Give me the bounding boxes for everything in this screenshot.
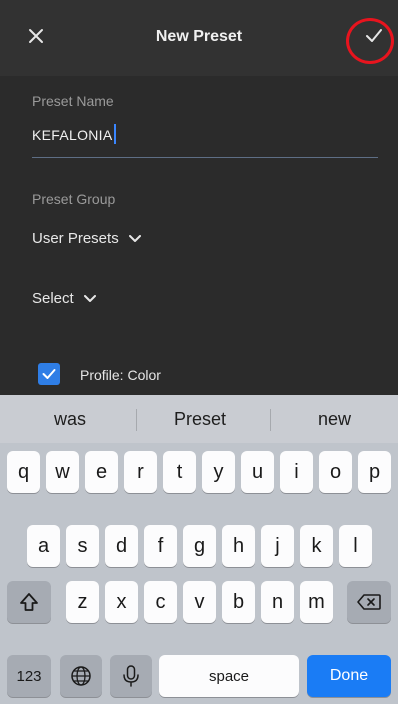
- key-v[interactable]: v: [183, 581, 216, 623]
- suggestion-divider: [270, 409, 271, 431]
- suggestion-was[interactable]: was: [54, 409, 86, 430]
- backspace-icon: [357, 594, 381, 610]
- key-s[interactable]: s: [66, 525, 99, 567]
- chevron-down-icon: [83, 294, 96, 302]
- preset-name-label: Preset Name: [32, 93, 114, 109]
- shift-icon: [20, 593, 38, 611]
- key-g[interactable]: g: [183, 525, 216, 567]
- suggestion-preset[interactable]: Preset: [174, 409, 226, 430]
- page-title: New Preset: [155, 28, 243, 45]
- microphone-key[interactable]: [110, 655, 152, 697]
- key-i[interactable]: i: [280, 451, 313, 493]
- key-z[interactable]: z: [66, 581, 99, 623]
- key-e[interactable]: e: [85, 451, 118, 493]
- key-d[interactable]: d: [105, 525, 138, 567]
- key-l[interactable]: l: [339, 525, 372, 567]
- shift-key[interactable]: [7, 581, 51, 623]
- preset-group-label: Preset Group: [32, 191, 116, 207]
- space-key[interactable]: space: [159, 655, 299, 697]
- key-j[interactable]: j: [261, 525, 294, 567]
- globe-key[interactable]: [60, 655, 102, 697]
- key-h[interactable]: h: [222, 525, 255, 567]
- key-f[interactable]: f: [144, 525, 177, 567]
- preset-editor: New Preset Preset Name KEFALONIA Preset …: [0, 0, 398, 395]
- profile-checkbox[interactable]: [38, 363, 60, 385]
- text-caret: [113, 124, 116, 144]
- suggestion-bar: was Preset new: [0, 395, 398, 443]
- suggestion-divider: [136, 409, 137, 431]
- key-y[interactable]: y: [202, 451, 235, 493]
- key-m[interactable]: m: [300, 581, 333, 623]
- top-bar: New Preset: [0, 0, 398, 76]
- on-screen-keyboard: was Preset new q w e r t y u i o p a s d…: [0, 395, 398, 704]
- key-o[interactable]: o: [319, 451, 352, 493]
- key-u[interactable]: u: [241, 451, 274, 493]
- preset-name-value: KEFALONIA: [32, 127, 113, 143]
- preset-group-dropdown[interactable]: User Presets: [32, 230, 141, 247]
- preset-name-input[interactable]: KEFALONIA: [32, 118, 378, 158]
- key-n[interactable]: n: [261, 581, 294, 623]
- globe-icon: [71, 666, 91, 686]
- select-label: Select: [32, 290, 74, 307]
- done-key[interactable]: Done: [307, 655, 391, 697]
- key-x[interactable]: x: [105, 581, 138, 623]
- numbers-key[interactable]: 123: [7, 655, 51, 697]
- profile-checkbox-label: Profile: Color: [80, 367, 161, 383]
- key-w[interactable]: w: [46, 451, 79, 493]
- key-k[interactable]: k: [300, 525, 333, 567]
- key-r[interactable]: r: [124, 451, 157, 493]
- key-c[interactable]: c: [144, 581, 177, 623]
- key-a[interactable]: a: [27, 525, 60, 567]
- chevron-down-icon: [128, 234, 141, 242]
- checkmark-icon: [42, 369, 56, 379]
- microphone-icon: [123, 665, 139, 687]
- backspace-key[interactable]: [347, 581, 391, 623]
- preset-group-value: User Presets: [32, 230, 119, 247]
- suggestion-new[interactable]: new: [318, 409, 351, 430]
- key-p[interactable]: p: [358, 451, 391, 493]
- key-b[interactable]: b: [222, 581, 255, 623]
- select-dropdown[interactable]: Select: [32, 290, 96, 307]
- highlight-circle: [346, 18, 394, 64]
- key-t[interactable]: t: [163, 451, 196, 493]
- key-q[interactable]: q: [7, 451, 40, 493]
